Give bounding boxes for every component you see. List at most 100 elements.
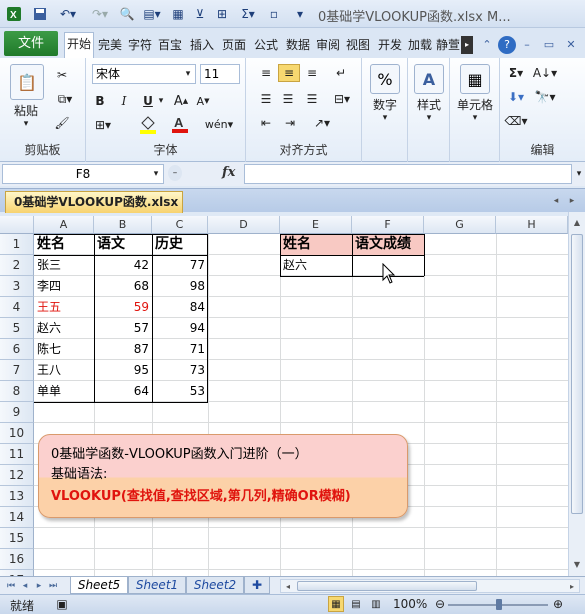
select-all-corner[interactable] <box>0 216 34 234</box>
help-icon[interactable]: ? <box>498 36 516 54</box>
zoom-in-icon[interactable]: ⊕ <box>552 597 564 611</box>
redo-icon[interactable]: ↷▾ <box>86 4 114 24</box>
tab-insert[interactable]: 插入 <box>188 34 216 56</box>
format-painter-icon[interactable]: 🖌 <box>52 114 72 132</box>
autosum-button[interactable]: Σ ▾ <box>504 64 528 82</box>
table-cell-history[interactable]: 77 <box>152 255 208 276</box>
italic-button[interactable]: I <box>116 92 132 110</box>
lookup-header-name[interactable]: 姓名 <box>280 234 352 255</box>
tab-view[interactable]: 视图 <box>344 34 372 56</box>
row-header[interactable]: 14 <box>0 507 34 528</box>
row-header[interactable]: 1 <box>0 234 34 255</box>
tab-baibao[interactable]: 百宝 <box>156 34 184 56</box>
column-header[interactable]: C <box>152 216 208 234</box>
paste-special-icon[interactable]: ▦ <box>168 4 188 24</box>
wrap-text-icon[interactable]: ↵ <box>330 64 352 82</box>
tab-file[interactable]: 文件 <box>4 31 58 56</box>
column-header[interactable]: D <box>208 216 280 234</box>
sort-filter-icon[interactable]: A↓▾ <box>532 64 558 82</box>
tab-scroll-right-icon[interactable]: ▸ <box>461 36 473 54</box>
cells-button[interactable]: 单元格 <box>450 96 500 112</box>
workbook-scroll-right-icon[interactable]: ▸ <box>566 193 578 209</box>
header-chinese[interactable]: 语文 <box>94 234 152 255</box>
cells-dropdown-icon[interactable]: ▾ <box>468 112 482 124</box>
tab-data[interactable]: 数据 <box>284 34 312 56</box>
row-header[interactable]: 4 <box>0 297 34 318</box>
restore-icon[interactable]: ▭ <box>540 36 558 54</box>
table-cell-name[interactable]: 王八 <box>34 360 94 381</box>
paste-icon[interactable]: 📋 <box>10 64 44 100</box>
table-cell-chinese[interactable]: 95 <box>94 360 152 381</box>
table-cell-history[interactable]: 71 <box>152 339 208 360</box>
row-header[interactable]: 7 <box>0 360 34 381</box>
page-layout-view-icon[interactable]: ▤ <box>348 596 364 612</box>
column-header[interactable]: H <box>496 216 568 234</box>
table-cell-chinese[interactable]: 68 <box>94 276 152 297</box>
table-cell-chinese[interactable]: 87 <box>94 339 152 360</box>
fill-color-icon[interactable] <box>136 114 162 134</box>
tab-formula[interactable]: 公式 <box>252 34 280 56</box>
table-cell-history[interactable]: 73 <box>152 360 208 381</box>
lookup-header-score[interactable]: 语文成绩 <box>352 234 424 255</box>
row-header[interactable]: 5 <box>0 318 34 339</box>
table-cell-history[interactable]: 94 <box>152 318 208 339</box>
clear-icon[interactable]: ⌫▾ <box>504 112 528 130</box>
increase-indent-icon[interactable]: ⇥ <box>280 114 300 132</box>
vertical-scroll-thumb[interactable] <box>571 234 583 514</box>
paste-dropdown-icon[interactable]: ▾ <box>18 118 34 130</box>
number-dropdown-icon[interactable]: ▾ <box>378 112 392 124</box>
table-cell-chinese[interactable]: 59 <box>94 297 152 318</box>
sheet-tab-sheet1[interactable]: Sheet1 <box>128 577 186 594</box>
workbook-tab[interactable]: 0基础学VLOOKUP函数.xlsx <box>5 191 183 213</box>
row-header[interactable]: 10 <box>0 423 34 444</box>
row-header[interactable]: 2 <box>0 255 34 276</box>
tab-review[interactable]: 审阅 <box>314 34 342 56</box>
horizontal-scrollbar[interactable]: ◂ ▸ <box>280 579 580 593</box>
font-name-select[interactable]: 宋体 <box>92 64 196 84</box>
decrease-indent-icon[interactable]: ⇤ <box>256 114 276 132</box>
workbook-scroll-left-icon[interactable]: ◂ <box>550 193 562 209</box>
insert-function-icon[interactable]: fx <box>222 165 235 180</box>
table-cell-name[interactable]: 王五 <box>34 297 94 318</box>
sheet-tab-sheet2[interactable]: Sheet2 <box>186 577 244 594</box>
border-icon[interactable]: ⊞▾ <box>92 116 114 134</box>
number-button[interactable]: 数字 <box>362 96 408 112</box>
print-preview-icon[interactable]: 🔍 <box>116 4 138 24</box>
spell-check-icon[interactable]: ▫ <box>264 4 284 24</box>
align-middle-icon[interactable]: ≡ <box>278 64 300 82</box>
page-break-view-icon[interactable]: ▥ <box>368 596 384 612</box>
table-cell-history[interactable]: 84 <box>152 297 208 318</box>
table-cell-chinese[interactable]: 57 <box>94 318 152 339</box>
macro-record-icon[interactable]: ▣ <box>54 597 70 611</box>
tab-page[interactable]: 页面 <box>220 34 248 56</box>
last-sheet-icon[interactable]: ⏭ <box>46 579 60 593</box>
customize-qat-icon[interactable]: ▾ <box>290 4 310 24</box>
tab-jingxuan[interactable]: 静萱 <box>436 34 460 56</box>
sheet-tab-sheet5[interactable]: Sheet5 <box>70 577 128 594</box>
paste-button[interactable]: 粘贴 <box>6 102 46 118</box>
name-box[interactable]: F8 <box>2 164 164 184</box>
copy-icon[interactable]: ⧉▾ <box>52 90 78 108</box>
new-sheet-icon[interactable]: ✚ <box>244 577 270 594</box>
horizontal-scroll-thumb[interactable] <box>297 581 477 591</box>
table-cell-name[interactable]: 赵六 <box>34 318 94 339</box>
header-history[interactable]: 历史 <box>152 234 208 255</box>
align-left-icon[interactable]: ☰ <box>256 90 276 108</box>
row-header[interactable]: 11 <box>0 444 34 465</box>
align-center-icon[interactable]: ☰ <box>278 90 298 108</box>
undo-icon[interactable]: ↶▾ <box>54 4 82 24</box>
table-cell-chinese[interactable]: 64 <box>94 381 152 402</box>
scroll-right-icon[interactable]: ▸ <box>567 580 577 592</box>
minimize-icon[interactable]: – <box>518 36 536 54</box>
worksheet-grid[interactable]: A B C D E F G H 姓名 语文 历史 姓名 语文成绩 赵六 0基础学… <box>0 216 568 576</box>
column-header[interactable]: B <box>94 216 152 234</box>
fill-icon[interactable]: ⬇▾ <box>504 88 528 106</box>
scroll-left-icon[interactable]: ◂ <box>283 580 293 592</box>
zoom-level[interactable]: 100% <box>393 597 427 611</box>
cut-icon[interactable]: ✂ <box>52 66 72 84</box>
column-header[interactable]: F <box>352 216 424 234</box>
tab-addins[interactable]: 加载 <box>406 34 434 56</box>
align-right-icon[interactable]: ☰ <box>302 90 322 108</box>
table-cell-history[interactable]: 53 <box>152 381 208 402</box>
align-bottom-icon[interactable]: ≡ <box>302 64 322 82</box>
